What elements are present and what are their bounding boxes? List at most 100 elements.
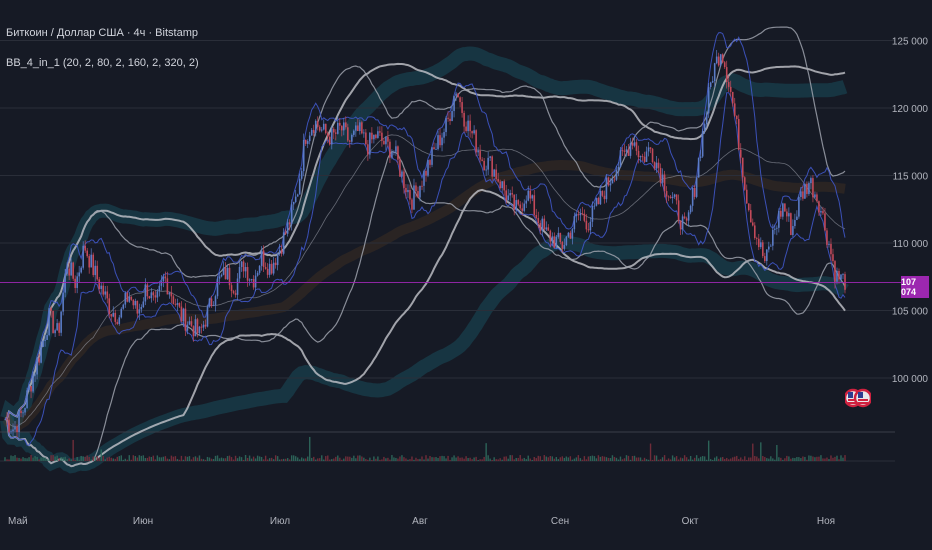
volume-bar xyxy=(493,457,495,461)
volume-bar xyxy=(313,456,315,461)
volume-bar xyxy=(685,457,688,461)
volume-bar xyxy=(527,455,529,461)
candle-body xyxy=(336,122,339,134)
candle-body xyxy=(615,169,618,180)
volume-bar xyxy=(290,455,293,461)
candle-body xyxy=(377,131,379,138)
candle-body xyxy=(326,133,329,137)
volume-bar xyxy=(309,436,311,461)
volume-bar xyxy=(784,458,786,461)
volume-bar xyxy=(30,455,32,461)
volume-bar xyxy=(124,458,126,461)
volume-bar xyxy=(647,459,650,461)
volume-bar xyxy=(509,455,511,461)
volume-bar xyxy=(439,456,441,461)
volume-bar xyxy=(477,459,479,461)
candle-body xyxy=(441,137,443,146)
candle-body xyxy=(723,62,726,68)
candle-body xyxy=(24,408,26,413)
candle-body xyxy=(479,150,481,160)
candle-body xyxy=(711,80,714,83)
candle-body xyxy=(334,132,337,134)
candle-body xyxy=(782,203,784,217)
candle-body xyxy=(318,126,321,131)
price-chart[interactable]: 100 000 105 000 110 000 115 000 120 000 125 0… xyxy=(0,0,932,550)
volume-bar xyxy=(64,456,66,461)
candle-body xyxy=(395,146,397,152)
candle-body xyxy=(357,125,359,132)
candle-body xyxy=(838,270,840,280)
volume-bar xyxy=(778,457,780,461)
volume-bar xyxy=(126,459,128,461)
volume-bar xyxy=(589,456,592,461)
events-flag-icons[interactable] xyxy=(845,382,871,416)
volume-bar xyxy=(794,458,796,461)
volume-bar xyxy=(770,456,772,461)
volume-bar xyxy=(802,456,804,461)
candle-body xyxy=(525,200,528,204)
candle-body xyxy=(128,296,131,302)
volume-bar xyxy=(457,456,459,461)
volume-bar xyxy=(565,456,568,461)
volume-bar xyxy=(507,458,509,461)
candle-body xyxy=(639,156,642,158)
candle-body xyxy=(154,295,157,298)
volume-bar xyxy=(62,457,64,461)
candle-body xyxy=(737,119,740,150)
volume-bar xyxy=(615,457,618,461)
candle-body xyxy=(715,56,718,64)
volume-bar xyxy=(377,456,379,461)
candle-body xyxy=(589,221,592,231)
candle-body xyxy=(26,390,28,409)
candle-body xyxy=(70,262,72,276)
candle-body xyxy=(439,135,441,146)
candle-body xyxy=(575,214,578,217)
candle-body xyxy=(780,210,782,217)
candle-body xyxy=(146,284,149,297)
candle-body xyxy=(389,141,391,158)
volume-bar xyxy=(375,458,377,461)
candle-body xyxy=(112,312,115,317)
volume-bar xyxy=(32,457,34,461)
time-axis[interactable]: Май Июн Июл Авг Сен Окт Ноя xyxy=(8,516,835,527)
volume-bar xyxy=(54,456,56,461)
candle-body xyxy=(443,132,445,138)
volume-bar xyxy=(176,459,179,461)
candle-body xyxy=(691,187,694,206)
candle-body xyxy=(132,299,135,306)
volume-bar xyxy=(254,458,257,461)
price-axis[interactable]: 100 000 105 000 110 000 115 000 120 000 125 0… xyxy=(892,37,929,386)
volume-bar xyxy=(485,443,487,461)
candle-body xyxy=(236,278,239,295)
volume-bar xyxy=(669,459,672,461)
candle-body xyxy=(100,285,103,289)
volume-bar xyxy=(475,456,477,461)
candle-body xyxy=(567,232,570,237)
candle-body xyxy=(294,196,297,202)
volume-bar xyxy=(128,455,130,461)
candle-body xyxy=(786,211,788,217)
candle-body xyxy=(703,124,706,132)
candle-body xyxy=(499,181,501,189)
candle-body xyxy=(826,230,828,245)
volume-bar xyxy=(194,456,197,461)
volume-bar xyxy=(208,457,211,461)
candle-body xyxy=(359,122,361,132)
volume-bar xyxy=(740,457,742,461)
candle-body xyxy=(509,193,512,196)
volume-bar xyxy=(459,457,461,461)
candle-body xyxy=(244,267,247,272)
candle-body xyxy=(306,141,309,144)
volume-bar xyxy=(561,456,564,461)
volume-bar xyxy=(617,459,620,461)
volume-bar xyxy=(441,455,443,461)
symbol-title[interactable]: Биткоин / Доллар США · 4ч · Bitstamp xyxy=(6,27,198,39)
volume-bar xyxy=(491,459,493,461)
candle-body xyxy=(415,185,417,192)
volume-bar xyxy=(130,459,133,461)
time-tick-label: Сен xyxy=(551,516,569,527)
indicator-title[interactable]: BB_4_in_1 (20, 2, 80, 2, 160, 2, 320, 2) xyxy=(6,57,199,69)
candle-body xyxy=(88,256,91,268)
candle-body xyxy=(828,243,830,245)
volume-bar xyxy=(750,457,752,461)
